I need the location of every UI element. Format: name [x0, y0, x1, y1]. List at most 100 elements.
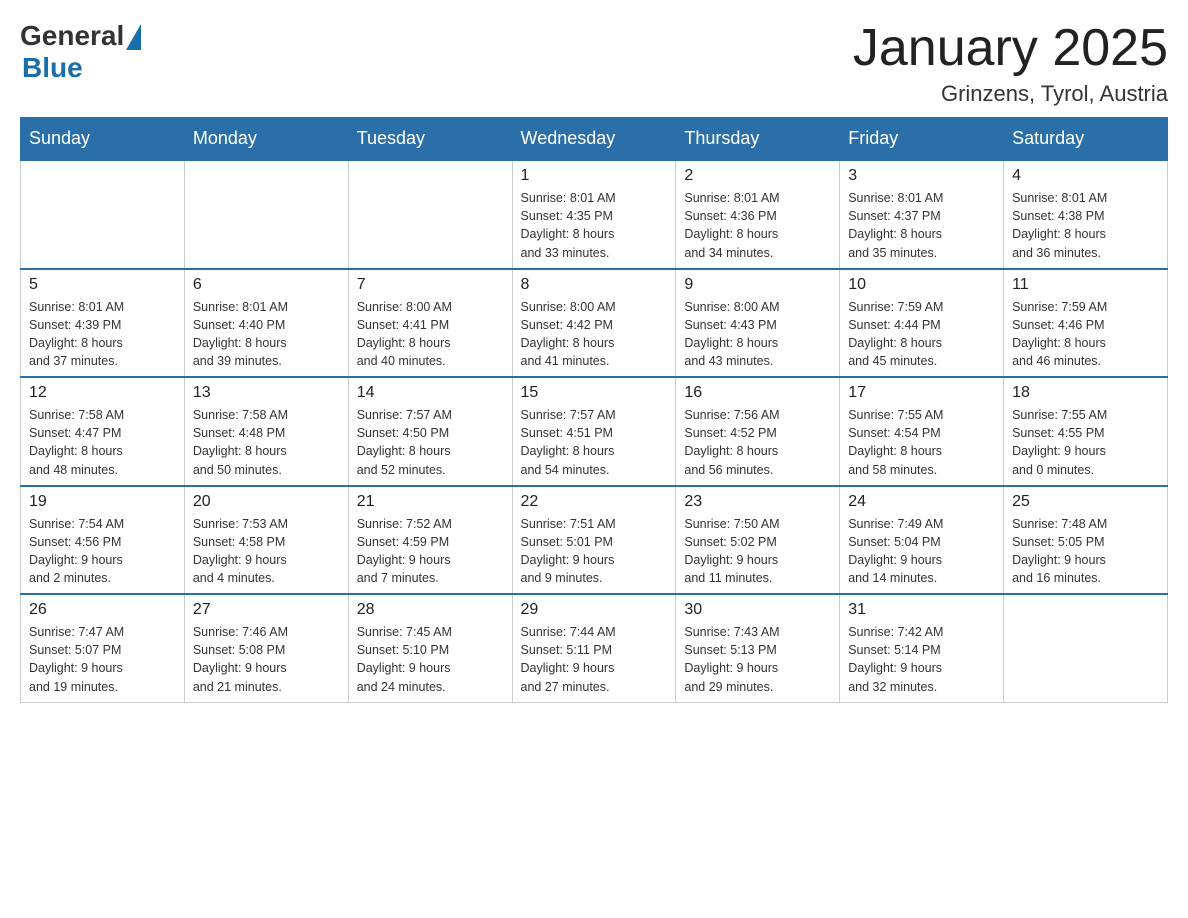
day-number: 13	[193, 384, 340, 402]
day-number: 6	[193, 276, 340, 294]
calendar-day-16: 16 Sunrise: 7:56 AMSunset: 4:52 PMDayligh…	[676, 377, 840, 486]
calendar-day-9: 9 Sunrise: 8:00 AMSunset: 4:43 PMDaylight…	[676, 269, 840, 378]
calendar-day-empty	[184, 160, 348, 269]
calendar-week-row: 1Sunrise: 8:01 AMSunset: 4:35 PMDaylight…	[21, 160, 1168, 269]
day-number: 30	[684, 601, 831, 619]
day-number: 3	[848, 167, 995, 185]
calendar-day-21: 21 Sunrise: 7:52 AMSunset: 4:59 PMDayligh…	[348, 486, 512, 595]
calendar-day-5: 5 Sunrise: 8:01 AMSunset: 4:39 PMDaylight…	[21, 269, 185, 378]
day-number: 18	[1012, 384, 1159, 402]
day-number: 17	[848, 384, 995, 402]
calendar-subtitle: Grinzens, Tyrol, Austria	[853, 81, 1168, 107]
day-info: Sunrise: 7:57 AMSunset: 4:50 PMDaylight:…	[357, 406, 504, 479]
day-info: Sunrise: 7:53 AMSunset: 4:58 PMDaylight:…	[193, 515, 340, 588]
calendar-week-row: 12Sunrise: 7:58 AMSunset: 4:47 PMDayligh…	[21, 377, 1168, 486]
weekday-header-tuesday: Tuesday	[348, 118, 512, 161]
calendar-day-23: 23 Sunrise: 7:50 AMSunset: 5:02 PMDayligh…	[676, 486, 840, 595]
calendar-day-30: 30 Sunrise: 7:43 AMSunset: 5:13 PMDayligh…	[676, 594, 840, 702]
day-info: Sunrise: 7:55 AMSunset: 4:55 PMDaylight:…	[1012, 406, 1159, 479]
day-number: 8	[521, 276, 668, 294]
day-info: Sunrise: 7:50 AMSunset: 5:02 PMDaylight:…	[684, 515, 831, 588]
logo-blue-text: Blue	[22, 52, 83, 84]
day-info: Sunrise: 7:58 AMSunset: 4:48 PMDaylight:…	[193, 406, 340, 479]
day-number: 9	[684, 276, 831, 294]
day-info: Sunrise: 7:59 AMSunset: 4:46 PMDaylight:…	[1012, 298, 1159, 371]
day-info: Sunrise: 7:57 AMSunset: 4:51 PMDaylight:…	[521, 406, 668, 479]
day-number: 26	[29, 601, 176, 619]
day-number: 15	[521, 384, 668, 402]
weekday-header-wednesday: Wednesday	[512, 118, 676, 161]
calendar-day-17: 17 Sunrise: 7:55 AMSunset: 4:54 PMDayligh…	[840, 377, 1004, 486]
day-info: Sunrise: 7:54 AMSunset: 4:56 PMDaylight:…	[29, 515, 176, 588]
day-info: Sunrise: 7:52 AMSunset: 4:59 PMDaylight:…	[357, 515, 504, 588]
calendar-day-10: 10 Sunrise: 7:59 AMSunset: 4:44 PMDayligh…	[840, 269, 1004, 378]
day-info: Sunrise: 7:44 AMSunset: 5:11 PMDaylight:…	[521, 623, 668, 696]
day-info: Sunrise: 7:55 AMSunset: 4:54 PMDaylight:…	[848, 406, 995, 479]
day-info: Sunrise: 7:49 AMSunset: 5:04 PMDaylight:…	[848, 515, 995, 588]
weekday-header-thursday: Thursday	[676, 118, 840, 161]
calendar-day-2: 2 Sunrise: 8:01 AMSunset: 4:36 PMDaylight…	[676, 160, 840, 269]
calendar-day-empty	[348, 160, 512, 269]
day-number: 27	[193, 601, 340, 619]
calendar-day-11: 11 Sunrise: 7:59 AMSunset: 4:46 PMDayligh…	[1004, 269, 1168, 378]
day-number: 7	[357, 276, 504, 294]
calendar-day-empty	[1004, 594, 1168, 702]
day-info: Sunrise: 8:01 AMSunset: 4:37 PMDaylight:…	[848, 189, 995, 262]
calendar-day-15: 15 Sunrise: 7:57 AMSunset: 4:51 PMDayligh…	[512, 377, 676, 486]
calendar-day-empty	[21, 160, 185, 269]
day-info: Sunrise: 7:48 AMSunset: 5:05 PMDaylight:…	[1012, 515, 1159, 588]
weekday-header-saturday: Saturday	[1004, 118, 1168, 161]
calendar-day-31: 31Sunrise: 7:42 AMSunset: 5:14 PMDayligh…	[840, 594, 1004, 702]
day-number: 10	[848, 276, 995, 294]
day-info: Sunrise: 8:01 AMSunset: 4:39 PMDaylight:…	[29, 298, 176, 371]
day-info: Sunrise: 7:46 AMSunset: 5:08 PMDaylight:…	[193, 623, 340, 696]
calendar-day-1: 1Sunrise: 8:01 AMSunset: 4:35 PMDaylight…	[512, 160, 676, 269]
day-info: Sunrise: 8:00 AMSunset: 4:42 PMDaylight:…	[521, 298, 668, 371]
weekday-header-monday: Monday	[184, 118, 348, 161]
calendar-week-row: 5 Sunrise: 8:01 AMSunset: 4:39 PMDaylight…	[21, 269, 1168, 378]
calendar-day-28: 28Sunrise: 7:45 AMSunset: 5:10 PMDayligh…	[348, 594, 512, 702]
title-block: January 2025 Grinzens, Tyrol, Austria	[853, 20, 1168, 107]
day-info: Sunrise: 7:56 AMSunset: 4:52 PMDaylight:…	[684, 406, 831, 479]
weekday-header-friday: Friday	[840, 118, 1004, 161]
day-info: Sunrise: 7:51 AMSunset: 5:01 PMDaylight:…	[521, 515, 668, 588]
day-info: Sunrise: 7:42 AMSunset: 5:14 PMDaylight:…	[848, 623, 995, 696]
day-number: 14	[357, 384, 504, 402]
day-info: Sunrise: 8:01 AMSunset: 4:40 PMDaylight:…	[193, 298, 340, 371]
logo: General Blue	[20, 20, 141, 84]
day-info: Sunrise: 8:00 AMSunset: 4:41 PMDaylight:…	[357, 298, 504, 371]
day-number: 22	[521, 493, 668, 511]
day-number: 25	[1012, 493, 1159, 511]
day-number: 4	[1012, 167, 1159, 185]
calendar-day-3: 3 Sunrise: 8:01 AMSunset: 4:37 PMDaylight…	[840, 160, 1004, 269]
day-number: 20	[193, 493, 340, 511]
calendar-day-27: 27 Sunrise: 7:46 AMSunset: 5:08 PMDayligh…	[184, 594, 348, 702]
calendar-day-19: 19Sunrise: 7:54 AMSunset: 4:56 PMDayligh…	[21, 486, 185, 595]
day-info: Sunrise: 7:59 AMSunset: 4:44 PMDaylight:…	[848, 298, 995, 371]
day-number: 5	[29, 276, 176, 294]
logo-triangle-icon	[126, 24, 141, 50]
day-number: 16	[684, 384, 831, 402]
calendar-day-7: 7 Sunrise: 8:00 AMSunset: 4:41 PMDaylight…	[348, 269, 512, 378]
day-number: 24	[848, 493, 995, 511]
day-number: 23	[684, 493, 831, 511]
calendar-day-13: 13 Sunrise: 7:58 AMSunset: 4:48 PMDayligh…	[184, 377, 348, 486]
calendar-day-14: 14 Sunrise: 7:57 AMSunset: 4:50 PMDayligh…	[348, 377, 512, 486]
day-number: 11	[1012, 276, 1159, 294]
calendar-day-29: 29Sunrise: 7:44 AMSunset: 5:11 PMDayligh…	[512, 594, 676, 702]
calendar-day-4: 4Sunrise: 8:01 AMSunset: 4:38 PMDaylight…	[1004, 160, 1168, 269]
day-info: Sunrise: 7:45 AMSunset: 5:10 PMDaylight:…	[357, 623, 504, 696]
calendar-week-row: 26Sunrise: 7:47 AMSunset: 5:07 PMDayligh…	[21, 594, 1168, 702]
day-info: Sunrise: 8:01 AMSunset: 4:36 PMDaylight:…	[684, 189, 831, 262]
logo-general-text: General	[20, 20, 124, 52]
day-info: Sunrise: 8:00 AMSunset: 4:43 PMDaylight:…	[684, 298, 831, 371]
day-number: 2	[684, 167, 831, 185]
day-number: 12	[29, 384, 176, 402]
day-info: Sunrise: 7:43 AMSunset: 5:13 PMDaylight:…	[684, 623, 831, 696]
calendar-day-12: 12Sunrise: 7:58 AMSunset: 4:47 PMDayligh…	[21, 377, 185, 486]
day-info: Sunrise: 8:01 AMSunset: 4:35 PMDaylight:…	[521, 189, 668, 262]
calendar-table: SundayMondayTuesdayWednesdayThursdayFrid…	[20, 117, 1168, 703]
calendar-day-20: 20 Sunrise: 7:53 AMSunset: 4:58 PMDayligh…	[184, 486, 348, 595]
day-number: 21	[357, 493, 504, 511]
calendar-day-25: 25 Sunrise: 7:48 AMSunset: 5:05 PMDayligh…	[1004, 486, 1168, 595]
